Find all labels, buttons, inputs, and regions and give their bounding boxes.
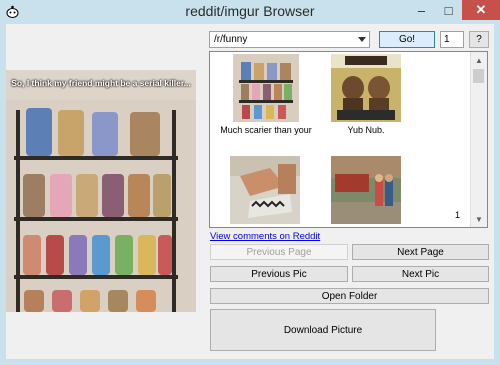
thumbnail-item[interactable]: [230, 156, 300, 224]
subreddit-value: /r/funny: [214, 34, 248, 45]
go-button[interactable]: Go!: [379, 31, 435, 48]
maximize-button[interactable]: □: [435, 0, 462, 20]
thumbnail-item[interactable]: [331, 54, 401, 122]
picture-preview: So, I think my friend might be a serial …: [6, 70, 196, 312]
client-area: So, I think my friend might be a serial …: [6, 24, 494, 359]
close-button[interactable]: ✕: [462, 0, 500, 20]
scrollbar-thumb[interactable]: [473, 69, 484, 83]
previous-page-button[interactable]: Previous Page: [210, 244, 348, 260]
thumbnail-list[interactable]: Much scarier than your Yub Nub. 1 ▲ ▼: [209, 51, 488, 228]
page-number-input[interactable]: 1: [440, 31, 464, 48]
list-scrollbar[interactable]: ▲ ▼: [470, 52, 487, 227]
view-comments-link[interactable]: View comments on Reddit: [210, 231, 320, 242]
next-page-button[interactable]: Next Page: [352, 244, 489, 260]
thumbnail-image: [233, 54, 299, 122]
preview-caption: So, I think my friend might be a serial …: [11, 78, 191, 88]
minimize-button[interactable]: –: [408, 0, 435, 20]
open-folder-button[interactable]: Open Folder: [210, 288, 489, 304]
thumbnail-image: [331, 54, 401, 122]
thumbnail-label: Yub Nub.: [347, 125, 385, 135]
scroll-down-icon[interactable]: ▼: [471, 211, 487, 227]
thumbnail-image: [230, 156, 300, 224]
list-page-number: 1: [455, 210, 461, 220]
help-button[interactable]: ?: [469, 31, 489, 48]
scroll-up-icon[interactable]: ▲: [471, 52, 487, 68]
preview-image: [6, 70, 196, 312]
previous-pic-button[interactable]: Previous Pic: [210, 266, 348, 282]
title-bar: reddit/imgur Browser – □ ✕: [0, 0, 500, 24]
thumbnail-label: Much scarier than your: [220, 125, 312, 135]
next-pic-button[interactable]: Next Pic: [352, 266, 489, 282]
thumbnail-image: [331, 156, 401, 224]
thumbnail-item[interactable]: [233, 54, 299, 122]
app-window: reddit/imgur Browser – □ ✕ So, I think m…: [0, 0, 500, 365]
download-picture-button[interactable]: Download Picture: [210, 309, 436, 351]
thumbnail-item[interactable]: [331, 156, 401, 224]
subreddit-dropdown[interactable]: /r/funny: [209, 31, 370, 48]
chevron-down-icon[interactable]: [358, 37, 366, 42]
